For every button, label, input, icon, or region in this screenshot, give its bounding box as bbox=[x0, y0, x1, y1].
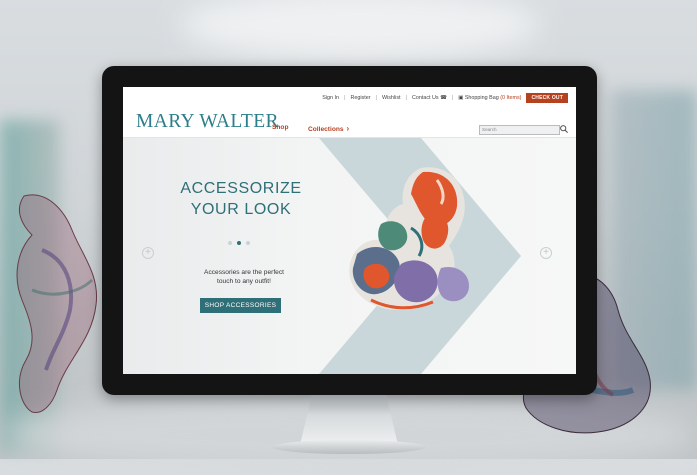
nav-collections-label: Collections bbox=[308, 126, 344, 133]
next-arrow-icon[interactable]: + bbox=[540, 247, 552, 259]
shop-accessories-button[interactable]: SHOP ACCESSORIES bbox=[200, 298, 281, 313]
checkout-button[interactable]: CHECK OUT bbox=[526, 93, 568, 103]
brand-logo[interactable]: MARY WALTER bbox=[136, 111, 279, 133]
carousel-dot-active[interactable] bbox=[237, 241, 241, 245]
chevron-right-icon: › bbox=[346, 124, 350, 133]
shopping-bag-label: Shopping Bag bbox=[464, 95, 499, 101]
floating-scarf-left bbox=[16, 194, 98, 414]
shopping-bag-link[interactable]: ▣ Shopping Bag (0 Items) bbox=[458, 95, 521, 101]
separator: | bbox=[451, 95, 454, 101]
utility-bar: Sign In | Register | Wishlist | Contact … bbox=[322, 93, 568, 103]
phone-icon: ☎ bbox=[440, 95, 447, 101]
hero-banner: ACCESSORIZE YOUR LOOK Accessories are th… bbox=[123, 138, 576, 374]
carousel-dot[interactable] bbox=[246, 241, 250, 245]
hero-headline-line2: YOUR LOOK bbox=[190, 201, 292, 218]
search-input[interactable]: Search bbox=[479, 125, 560, 135]
website-screen: Sign In | Register | Wishlist | Contact … bbox=[123, 87, 576, 374]
nav-collections[interactable]: Collections › bbox=[308, 124, 349, 133]
bag-icon: ▣ bbox=[458, 95, 464, 101]
monitor-stand-base bbox=[272, 440, 426, 454]
hero-headline-line1: ACCESSORIZE bbox=[180, 180, 302, 197]
hero-subtext-line2: touch to any outfit! bbox=[217, 278, 271, 285]
background-light bbox=[180, 0, 540, 60]
register-link[interactable]: Register bbox=[350, 95, 370, 101]
carousel-dots bbox=[228, 241, 250, 245]
carousel-dot[interactable] bbox=[228, 241, 232, 245]
hero-subtext-line1: Accessories are the perfect bbox=[204, 269, 284, 276]
sign-in-link[interactable]: Sign In bbox=[322, 95, 339, 101]
separator: | bbox=[344, 95, 346, 101]
contact-us-label: Contact Us bbox=[411, 95, 439, 101]
nav-shop[interactable]: Shop bbox=[272, 124, 288, 131]
bag-count: (0 Items) bbox=[500, 95, 522, 101]
search-icon[interactable] bbox=[559, 124, 569, 134]
separator: | bbox=[405, 95, 407, 101]
monitor-stand-neck bbox=[300, 395, 398, 445]
scarf-product-image bbox=[349, 167, 469, 310]
separator: | bbox=[375, 95, 377, 101]
wishlist-link[interactable]: Wishlist bbox=[382, 95, 401, 101]
contact-us-link[interactable]: Contact Us ☎ bbox=[412, 95, 447, 101]
prev-arrow-icon[interactable]: + bbox=[142, 247, 154, 259]
